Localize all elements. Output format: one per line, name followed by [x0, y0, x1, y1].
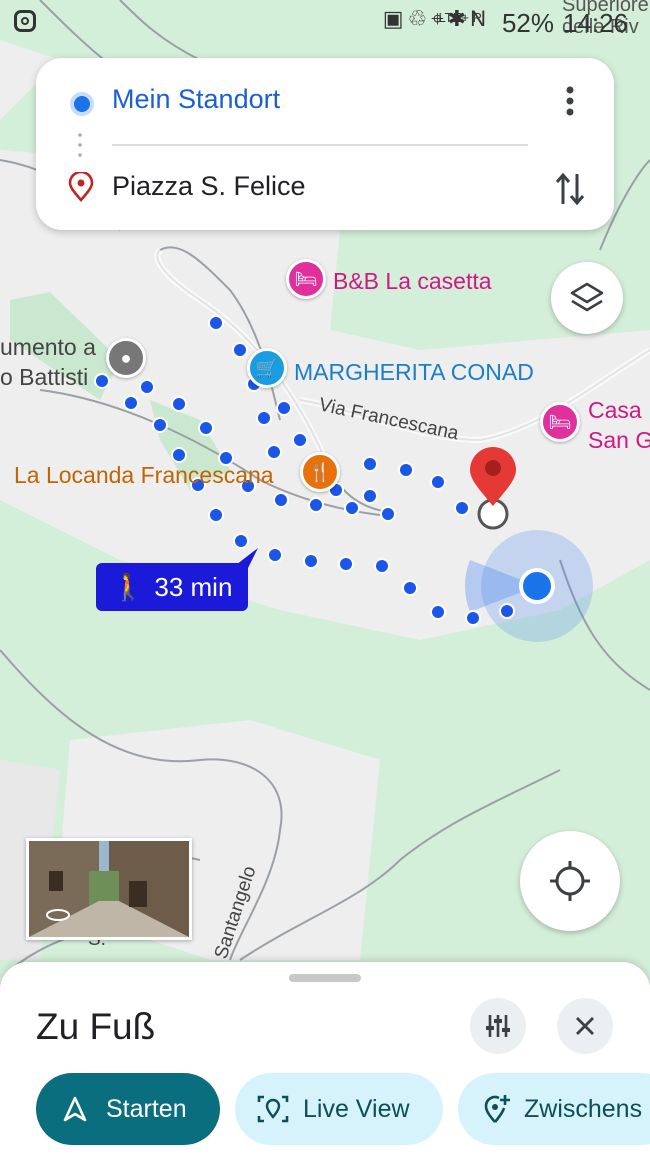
route-dot: [123, 395, 139, 411]
route-dot: [344, 500, 360, 516]
place-label[interactable]: San G: [588, 427, 650, 454]
recycle-icon: ♲: [407, 6, 432, 31]
route-dot: [308, 497, 324, 513]
layers-button[interactable]: [551, 262, 623, 334]
route-dot: [338, 556, 354, 572]
route-dot: [398, 462, 414, 478]
route-dot: [303, 553, 319, 569]
route-dot: [256, 410, 272, 426]
route-dot: [465, 610, 481, 626]
route-dot: [208, 507, 224, 523]
start-button-label: Starten: [106, 1094, 187, 1123]
route-options-button[interactable]: [470, 998, 526, 1054]
bed-icon[interactable]: 🛏: [286, 259, 326, 299]
live-view-label: Live View: [303, 1094, 410, 1123]
route-dot: [267, 547, 283, 563]
my-location-button[interactable]: [520, 831, 620, 931]
battery-percent: 52%: [501, 8, 554, 38]
route-dot: [232, 342, 248, 358]
add-stop-icon: [484, 1095, 510, 1123]
crosshair-icon: [550, 861, 590, 901]
route-dot: [208, 315, 224, 331]
route-dot: [266, 444, 282, 460]
route-dot: [362, 456, 378, 472]
place-label[interactable]: B&B La casetta: [333, 268, 492, 295]
walk-time-badge[interactable]: 🚶 33 min: [96, 563, 248, 611]
route-card: Mein Standort Piazza S. Felice: [36, 58, 614, 230]
street-view-thumbnail[interactable]: [26, 838, 192, 940]
route-dot: [402, 580, 418, 596]
route-dot: [139, 379, 155, 395]
destination-field[interactable]: Piazza S. Felice: [112, 171, 306, 202]
route-dot: [499, 603, 515, 619]
swap-icon[interactable]: [554, 170, 586, 208]
route-dot: [276, 400, 292, 416]
more-options-icon[interactable]: [560, 86, 580, 116]
battery-saver-icon: ▣: [382, 6, 408, 31]
route-connector: [78, 130, 82, 160]
place-label[interactable]: o Battisti: [0, 364, 88, 391]
route-dot: [171, 396, 187, 412]
tune-icon: [486, 1015, 510, 1037]
route-dot: [430, 474, 446, 490]
destination-marker-icon: [68, 172, 94, 202]
bed-icon[interactable]: 🛏: [540, 402, 580, 442]
place-label[interactable]: La Locanda Francescana: [14, 462, 274, 489]
current-location-marker: [519, 568, 555, 604]
divider: [112, 144, 528, 146]
navigation-arrow-icon: [63, 1096, 87, 1122]
layers-icon: [570, 282, 604, 312]
route-dot: [233, 533, 249, 549]
route-dot: [273, 492, 289, 508]
walking-icon: 🚶: [112, 571, 145, 602]
rotate-360-icon: [46, 909, 70, 921]
add-stop-button[interactable]: Zwischens: [458, 1073, 650, 1145]
route-dot: [454, 500, 470, 516]
route-dot: [198, 420, 214, 436]
drag-handle[interactable]: [289, 974, 361, 982]
travel-mode-title: Zu Fuß: [36, 1006, 156, 1047]
route-dot: [430, 604, 446, 620]
live-view-button[interactable]: Live View: [235, 1073, 443, 1145]
start-button[interactable]: Starten: [36, 1073, 220, 1145]
clock: 14:26: [562, 8, 628, 38]
close-icon: [576, 1017, 594, 1035]
place-label[interactable]: umento a: [0, 334, 96, 361]
place-label[interactable]: Casa: [588, 397, 642, 424]
status-bar: ▣♲⌖✱N LTE+ R 52% Superiore C delle Riv 1…: [0, 0, 650, 46]
shopping-cart-icon[interactable]: 🛒: [247, 348, 287, 388]
bottom-sheet: Zu Fuß Starten Live View Zwischens: [0, 962, 650, 1156]
route-dot: [171, 447, 187, 463]
monument-pin-icon[interactable]: ●: [106, 338, 146, 378]
route-dot: [362, 488, 378, 504]
network-type: LTE+ R: [438, 10, 482, 25]
origin-dot-icon: [70, 92, 94, 116]
route-dot: [292, 432, 308, 448]
add-stop-label: Zwischens: [524, 1094, 643, 1123]
route-dot: [380, 506, 396, 522]
instagram-icon: [14, 10, 36, 32]
restaurant-icon[interactable]: 🍴: [300, 452, 340, 492]
close-button[interactable]: [557, 998, 613, 1054]
live-view-icon: [257, 1095, 289, 1123]
route-dot: [94, 373, 110, 389]
badge-pointer: [232, 548, 258, 568]
place-label[interactable]: MARGHERITA CONAD: [294, 359, 534, 386]
route-dot: [152, 417, 168, 433]
route-dot: [374, 558, 390, 574]
walk-time-text: 33 min: [154, 571, 233, 602]
origin-field[interactable]: Mein Standort: [112, 84, 280, 115]
